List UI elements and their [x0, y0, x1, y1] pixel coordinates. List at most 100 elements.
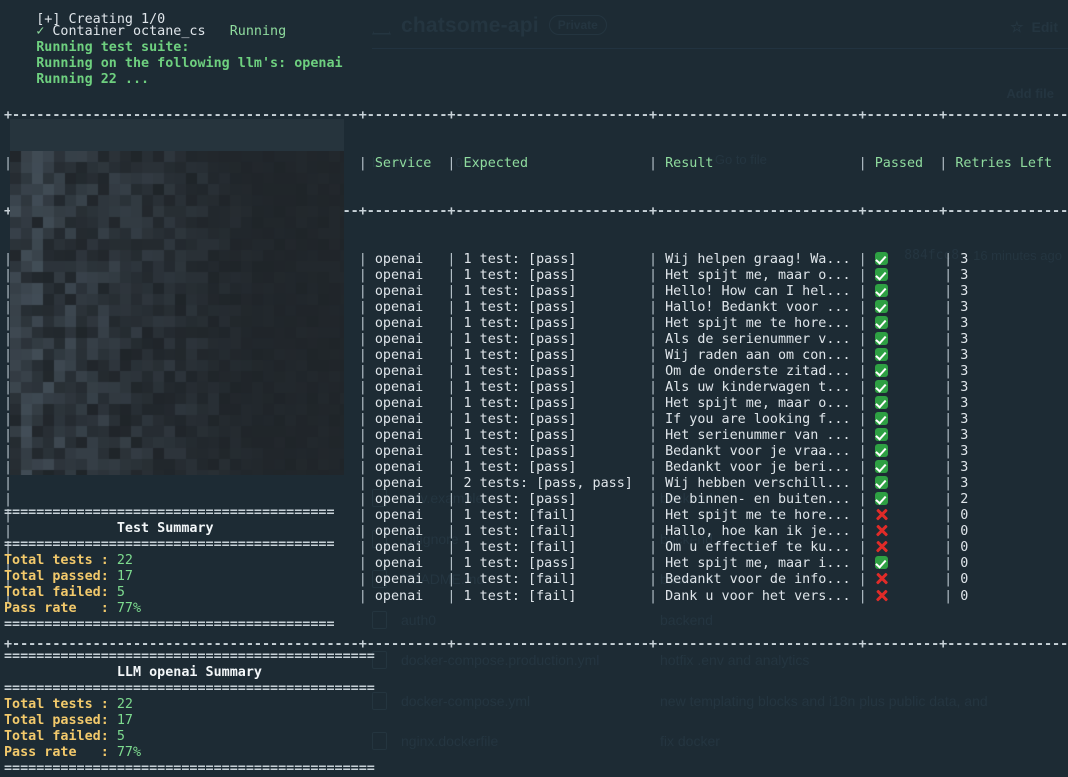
summary-rule-mid: ========================================…	[4, 681, 375, 697]
fail-cross-icon	[875, 508, 888, 521]
cell-pad	[888, 380, 944, 395]
cell-passed	[875, 300, 944, 316]
column-header-passed: Passed	[875, 156, 940, 172]
cell-divider: |	[944, 524, 960, 540]
metric-label: Total tests	[4, 697, 101, 712]
cell-divider: |	[447, 492, 463, 508]
cell-divider: |	[649, 476, 665, 492]
cell-divider: |	[447, 508, 463, 524]
cell-pad	[888, 348, 944, 363]
pass-check-icon	[875, 252, 888, 265]
cell-divider: |	[359, 348, 375, 364]
cell-expected: 1 test: [fail]	[464, 540, 649, 556]
metric-value: 17	[117, 569, 133, 584]
boot-line-count: Running 22 ...	[4, 56, 149, 72]
cell-divider: |	[359, 268, 375, 284]
metric-value: 17	[117, 713, 133, 728]
pass-check-icon	[875, 476, 888, 489]
pass-check-icon	[875, 316, 888, 329]
summary-rule-mid: ========================================…	[4, 537, 335, 553]
cell-retries: 3	[960, 252, 1068, 268]
cell-divider: |	[447, 540, 463, 556]
metric-separator: :	[101, 553, 117, 568]
cell-expected: 1 test: [pass]	[464, 252, 649, 268]
pass-check-icon	[875, 364, 888, 377]
summary-metric-row: Total tests : 22	[4, 553, 335, 569]
cell-divider: |	[649, 316, 665, 332]
pass-check-icon	[875, 396, 888, 409]
cell-retries: 3	[960, 412, 1068, 428]
cell-divider: |	[859, 364, 875, 380]
metric-label: Total passed	[4, 713, 101, 728]
cell-result: Om de onderste zitad...	[665, 364, 858, 380]
cell-divider: |	[447, 380, 463, 396]
cell-pad	[888, 444, 944, 459]
cell-retries: 3	[960, 476, 1068, 492]
cell-divider: |	[944, 252, 960, 268]
cell-divider: |	[447, 412, 463, 428]
cell-divider: |	[944, 284, 960, 300]
cell-passed	[875, 348, 944, 364]
cell-retries: 0	[960, 508, 1068, 524]
cell-divider: |	[359, 460, 375, 476]
cell-expected: 1 test: [fail]	[464, 589, 649, 605]
cell-expected: 1 test: [pass]	[464, 300, 649, 316]
cell-divider: |	[447, 348, 463, 364]
cell-pad	[888, 252, 944, 267]
cell-divider: |	[939, 156, 955, 172]
cell-divider: |	[859, 428, 875, 444]
cell-divider: |	[649, 348, 665, 364]
cell-divider: |	[859, 444, 875, 460]
summary-rule-top: ========================================…	[4, 505, 335, 521]
cell-divider: |	[447, 332, 463, 348]
cell-divider: |	[649, 364, 665, 380]
cell-divider: |	[359, 444, 375, 460]
cell-divider: |	[649, 589, 665, 605]
cell-service: openai	[375, 268, 448, 284]
cell-pad	[888, 508, 944, 523]
cell-divider: |	[859, 412, 875, 428]
cell-expected: 1 test: [pass]	[464, 380, 649, 396]
summary-title: LLM openai Summary	[117, 665, 262, 680]
cell-passed	[875, 540, 944, 556]
cell-service: openai	[375, 572, 448, 588]
cell-retries: 3	[960, 300, 1068, 316]
metric-separator: :	[101, 745, 117, 760]
cell-retries: 3	[960, 460, 1068, 476]
cell-pad	[888, 476, 944, 491]
cell-divider: |	[944, 540, 960, 556]
boot-line-llms: Running on the following llm's: openai	[4, 40, 343, 56]
cell-passed	[875, 476, 944, 492]
cell-service: openai	[375, 428, 448, 444]
cell-divider: |	[649, 412, 665, 428]
metric-value: 5	[117, 729, 125, 744]
column-header-expected: Expected	[464, 156, 649, 172]
cell-service: openai	[375, 300, 448, 316]
pass-check-icon	[875, 380, 888, 393]
cell-retries: 3	[960, 380, 1068, 396]
cell-pad	[888, 412, 944, 427]
metric-separator: :	[101, 713, 117, 728]
cell-expected: 1 test: [fail]	[464, 572, 649, 588]
cell-service: openai	[375, 540, 448, 556]
cell-service: openai	[375, 492, 448, 508]
cell-service: openai	[375, 364, 448, 380]
cell-divider: |	[447, 316, 463, 332]
cell-pad	[888, 300, 944, 315]
cell-divider: |	[359, 364, 375, 380]
cell-expected: 1 test: [pass]	[464, 332, 649, 348]
cell-passed	[875, 316, 944, 332]
cell-divider: |	[859, 268, 875, 284]
cell-divider: |	[859, 556, 875, 572]
cell-divider: |	[944, 492, 960, 508]
cell-retries: 0	[960, 589, 1068, 605]
cell-divider: |	[649, 556, 665, 572]
cell-service: openai	[375, 589, 448, 605]
cell-passed	[875, 412, 944, 428]
cell-divider: |	[359, 300, 375, 316]
metric-separator: :	[101, 585, 117, 600]
rule: ========================================…	[4, 761, 375, 776]
cell-expected: 1 test: [pass]	[464, 556, 649, 572]
title-pad	[4, 521, 117, 536]
cell-divider: |	[359, 556, 375, 572]
